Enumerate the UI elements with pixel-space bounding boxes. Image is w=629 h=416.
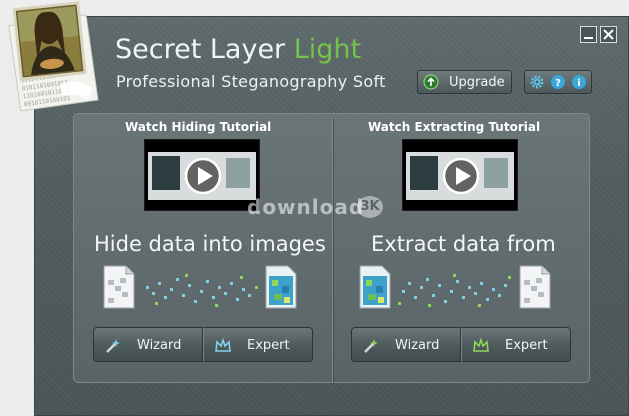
extract-data-heading: Extract data from	[371, 232, 556, 256]
wizard-label: Wizard	[137, 338, 182, 353]
close-button[interactable]	[600, 26, 617, 43]
hide-wizard-button[interactable]: Wizard	[93, 327, 203, 362]
hiding-tutorial-video[interactable]	[144, 139, 260, 211]
svg-text:?: ?	[555, 78, 561, 89]
upgrade-button[interactable]: Upgrade	[417, 70, 512, 94]
watermark-badge: 3K	[357, 196, 383, 218]
hide-expert-button[interactable]: Expert	[203, 327, 313, 362]
hide-data-heading: Hide data into images	[94, 232, 326, 256]
extract-flow-graphic	[359, 265, 551, 309]
upgrade-label: Upgrade	[449, 75, 505, 90]
download-watermark: download	[247, 195, 365, 219]
help-icon[interactable]: ?	[550, 74, 566, 90]
icon-toolbar: ? i	[524, 70, 592, 94]
image-file-icon	[359, 265, 391, 309]
expert-label: Expert	[505, 338, 548, 353]
crown-icon	[473, 337, 489, 352]
app-title: Secret Layer Light	[115, 34, 362, 65]
upgrade-arrow-icon	[423, 74, 439, 90]
title-accent: Light	[293, 34, 362, 65]
svg-text:i: i	[577, 78, 580, 89]
extracting-tutorial-video[interactable]	[402, 139, 518, 211]
mona-lisa-logo-icon: 0110100101101 1010011010010 010110100101…	[8, 1, 99, 112]
extract-wizard-button[interactable]: Wizard	[351, 327, 461, 362]
hide-flow-graphic	[103, 265, 297, 309]
data-dots-icon	[146, 278, 251, 303]
close-icon	[603, 29, 614, 40]
extract-expert-button[interactable]: Expert	[461, 327, 571, 362]
document-icon	[103, 265, 135, 309]
expert-label: Expert	[247, 338, 290, 353]
data-dots-icon	[402, 278, 507, 303]
magic-wand-icon	[106, 339, 120, 353]
minimize-icon	[584, 37, 593, 39]
play-icon	[184, 157, 222, 195]
app-subtitle: Professional Steganography Soft	[116, 72, 386, 91]
info-icon[interactable]: i	[571, 74, 587, 90]
wizard-label: Wizard	[395, 338, 440, 353]
extracting-tutorial-title: Watch Extracting Tutorial	[368, 120, 541, 134]
image-file-icon	[265, 265, 297, 309]
crown-icon	[215, 337, 231, 352]
magic-wand-icon	[364, 339, 378, 353]
minimize-button[interactable]	[580, 26, 597, 43]
settings-gear-icon[interactable]	[529, 74, 545, 90]
play-icon	[442, 157, 480, 195]
document-icon	[519, 265, 551, 309]
hiding-tutorial-title: Watch Hiding Tutorial	[125, 120, 272, 134]
